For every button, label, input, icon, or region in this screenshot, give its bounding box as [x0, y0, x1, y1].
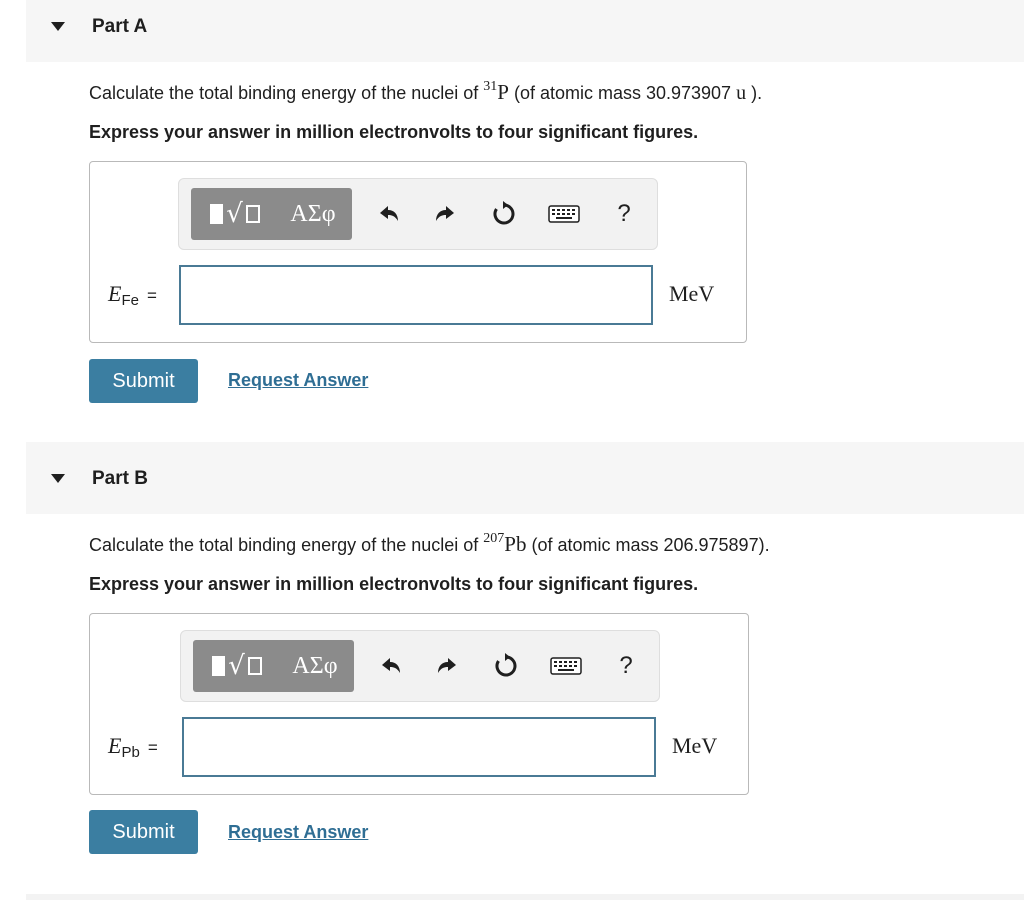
- isotope-mass-number: 207: [483, 531, 505, 546]
- answer-box: √ ΑΣφ ? EPb = MeV: [89, 613, 749, 795]
- templates-icon: √: [212, 653, 262, 679]
- unit-label: MeV: [672, 733, 718, 758]
- undo-icon[interactable]: [374, 199, 404, 229]
- variable-label: EFe =: [108, 281, 157, 309]
- greek-letters-button[interactable]: ΑΣφ: [276, 640, 354, 692]
- help-icon[interactable]: ?: [609, 199, 639, 229]
- collapse-triangle-icon[interactable]: [51, 474, 65, 483]
- equals-sign: =: [146, 286, 157, 305]
- math-toolbar: √ ΑΣφ ?: [180, 630, 660, 702]
- request-answer-link[interactable]: Request Answer: [228, 822, 368, 843]
- variable-subscript: Fe: [121, 292, 139, 309]
- question-post: (of atomic mass 206.975897).: [526, 535, 770, 555]
- part-a-header[interactable]: Part A: [26, 0, 1024, 62]
- unit-label: MeV: [669, 281, 715, 306]
- answer-input[interactable]: [179, 265, 653, 325]
- redo-icon[interactable]: [430, 199, 460, 229]
- reset-icon[interactable]: [489, 199, 519, 229]
- next-part-header-edge: [26, 894, 1024, 900]
- help-icon[interactable]: ?: [611, 651, 641, 681]
- isotope-symbol: P: [497, 80, 509, 104]
- templates-button[interactable]: √: [191, 188, 279, 240]
- isotope-mass-number: 31: [483, 79, 498, 94]
- keyboard-icon[interactable]: [549, 651, 583, 681]
- redo-icon[interactable]: [432, 651, 462, 681]
- submit-button[interactable]: Submit: [89, 810, 198, 854]
- mass-unit: u: [736, 82, 747, 104]
- part-b-header[interactable]: Part B: [26, 442, 1024, 514]
- greek-letters-button[interactable]: ΑΣφ: [274, 188, 352, 240]
- instruction-text: Express your answer in million electronv…: [89, 574, 699, 594]
- question-text: Calculate the total binding energy of th…: [89, 79, 763, 105]
- collapse-triangle-icon[interactable]: [51, 22, 65, 31]
- question-end: ).: [746, 83, 763, 103]
- math-toolbar: √ ΑΣφ ?: [178, 178, 658, 250]
- variable-label: EPb =: [108, 733, 158, 761]
- variable-symbol: E: [108, 281, 122, 306]
- reset-icon[interactable]: [491, 651, 521, 681]
- isotope-symbol: Pb: [504, 532, 527, 556]
- undo-icon[interactable]: [376, 651, 406, 681]
- part-title: Part B: [92, 468, 148, 489]
- variable-symbol: E: [108, 733, 122, 758]
- question-pre: Calculate the total binding energy of th…: [89, 535, 484, 555]
- question-text: Calculate the total binding energy of th…: [89, 531, 770, 557]
- submit-button[interactable]: Submit: [89, 359, 198, 403]
- answer-input[interactable]: [182, 717, 656, 777]
- equals-sign: =: [147, 738, 158, 757]
- instruction-text: Express your answer in million electronv…: [89, 122, 699, 142]
- request-answer-link[interactable]: Request Answer: [228, 370, 368, 391]
- answer-box: √ ΑΣφ ? EFe = MeV: [89, 161, 747, 343]
- variable-subscript: Pb: [121, 744, 140, 761]
- part-title: Part A: [92, 16, 148, 37]
- keyboard-icon[interactable]: [547, 199, 581, 229]
- templates-icon: √: [210, 201, 260, 227]
- question-post: (of atomic mass 30.973907: [508, 83, 737, 103]
- question-pre: Calculate the total binding energy of th…: [89, 83, 484, 103]
- templates-button[interactable]: √: [193, 640, 281, 692]
